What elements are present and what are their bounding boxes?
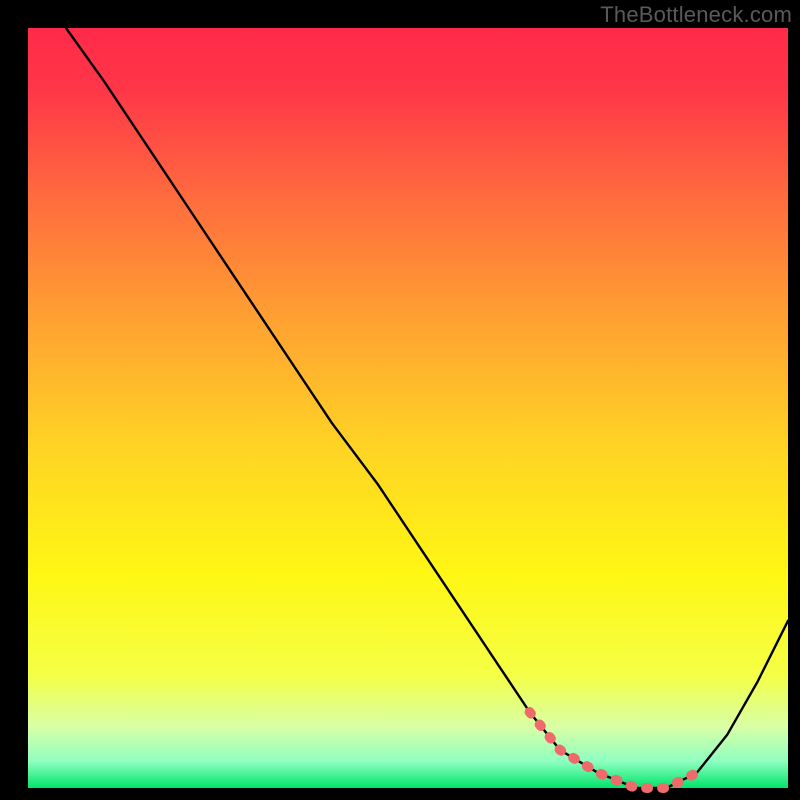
- plot-area: [28, 28, 788, 788]
- chart-container: TheBottleneck.com: [0, 0, 800, 800]
- chart-svg: [0, 0, 800, 800]
- watermark-text: TheBottleneck.com: [600, 2, 792, 28]
